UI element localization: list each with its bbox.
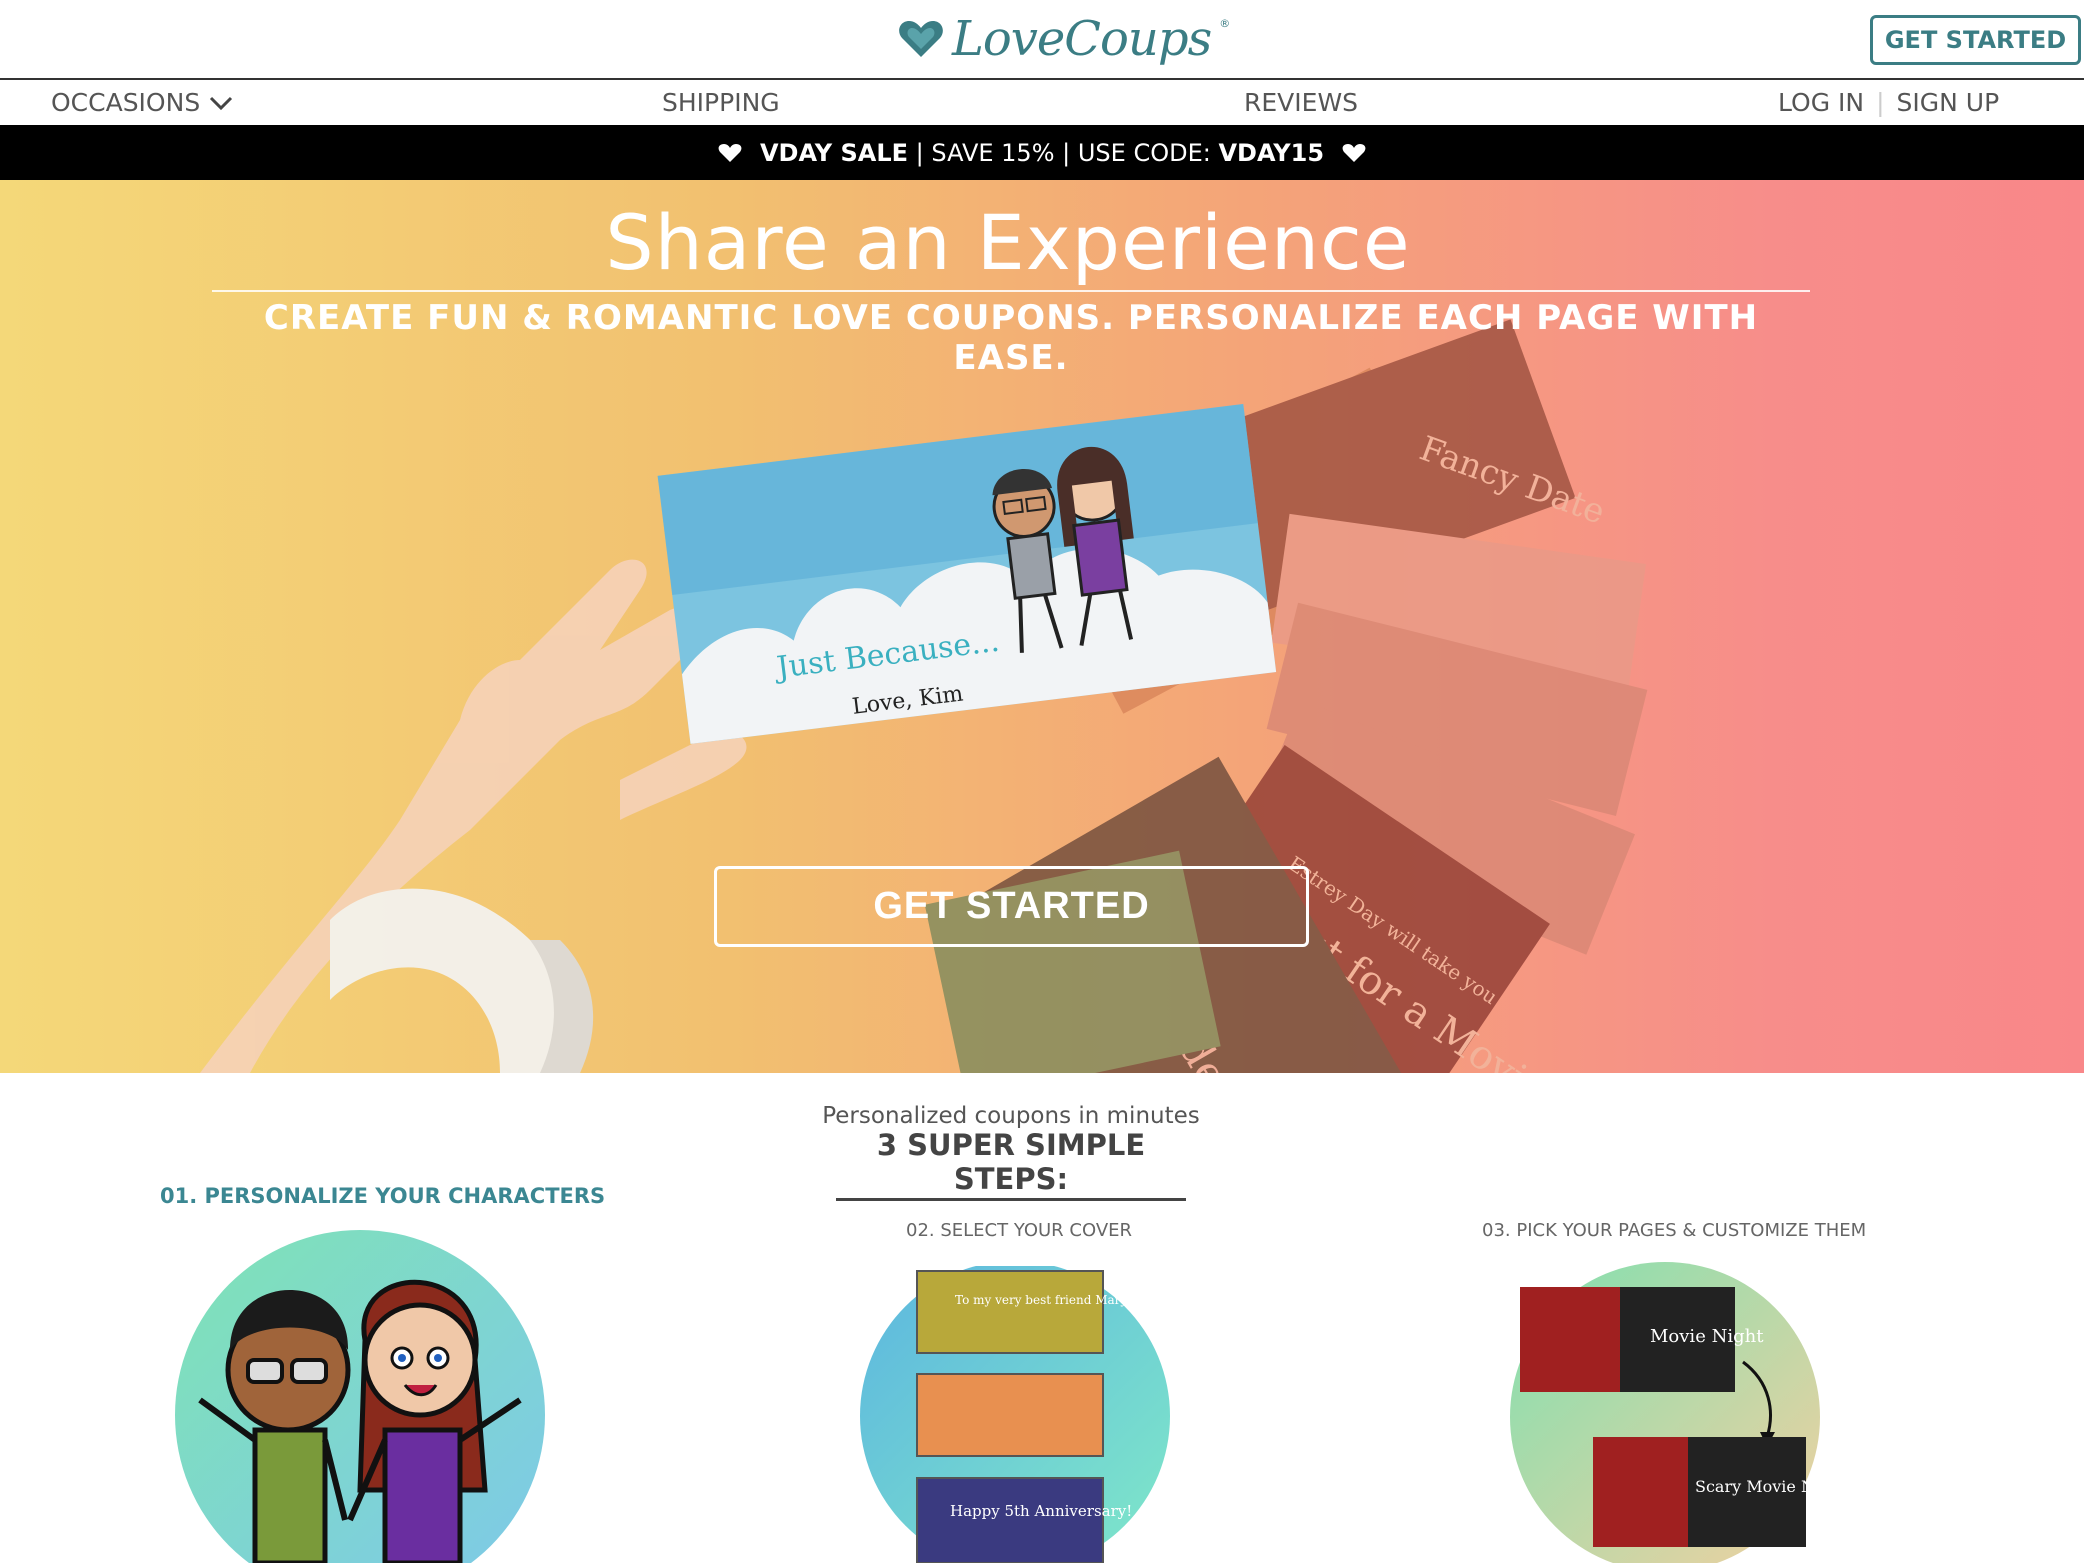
- step-1-characters-image: [175, 1230, 545, 1563]
- get-started-button[interactable]: GET STARTED: [1870, 15, 2081, 65]
- step-2-label[interactable]: 02. SELECT YOUR COVER: [906, 1220, 1132, 1241]
- logo-trademark: ®: [1219, 16, 1231, 30]
- hero-title: Share an Experience: [605, 198, 1411, 287]
- nav-login-link[interactable]: LOG IN: [1778, 88, 1864, 117]
- hero-subtitle: CREATE FUN & ROMANTIC LOVE COUPONS. PERS…: [263, 298, 1759, 378]
- nav-occasions-label: OCCASIONS: [51, 88, 201, 117]
- nav-reviews-label: REVIEWS: [1244, 88, 1359, 117]
- step-2-covers-image: To my very best friend Mary! Happy 5th A…: [860, 1266, 1170, 1563]
- step-3-pages-image: Movie Night Scary Movie Night: [1510, 1262, 1825, 1563]
- promo-code: VDAY15: [1218, 138, 1325, 167]
- promo-banner[interactable]: VDAY SALE | SAVE 15% | USE CODE: VDAY15: [0, 125, 2084, 180]
- heart-icon: [718, 143, 742, 162]
- steps-intro: Personalized coupons in minutes: [822, 1103, 1200, 1129]
- nav-separator: |: [1876, 88, 1885, 117]
- logo[interactable]: LoveCoups ®: [898, 6, 1230, 72]
- heart-icon: [1342, 143, 1366, 162]
- promo-save-text: | SAVE 15% | USE CODE:: [915, 138, 1211, 167]
- hero-section: Fancy Date Estrey Day will take you Out …: [0, 180, 2084, 1073]
- steps-title: 3 SUPER SIMPLE STEPS:: [836, 1128, 1186, 1201]
- step-1-label[interactable]: 01. PERSONALIZE YOUR CHARACTERS: [160, 1184, 605, 1208]
- main-nav: OCCASIONS SHIPPING REVIEWS LOG IN | SIGN…: [0, 80, 2084, 125]
- cover-2-text: Happy 5th Anniversary!: [950, 1502, 1132, 1520]
- site-header: LoveCoups ® GET STARTED: [0, 0, 2084, 80]
- step-3-label[interactable]: 03. PICK YOUR PAGES & CUSTOMIZE THEM: [1482, 1220, 1866, 1241]
- hero-get-started-button[interactable]: GET STARTED: [714, 866, 1309, 947]
- nav-reviews[interactable]: REVIEWS: [1244, 80, 1358, 125]
- page-2-text: Scary Movie Night: [1695, 1477, 1825, 1496]
- nav-shipping[interactable]: SHIPPING: [662, 80, 780, 125]
- heart-logo-icon: [899, 21, 943, 57]
- nav-account: LOG IN | SIGN UP: [1778, 80, 1999, 125]
- nav-signup-link[interactable]: SIGN UP: [1897, 88, 2000, 117]
- chevron-down-icon: [210, 96, 233, 110]
- hero-divider: [212, 290, 1810, 292]
- page-1-text: Movie Night: [1650, 1326, 1764, 1347]
- nav-shipping-label: SHIPPING: [662, 88, 780, 117]
- promo-sale-label: VDAY SALE: [759, 138, 909, 167]
- featured-coupon-card: Just Because... Love, Kim: [657, 404, 1277, 744]
- cover-1-text: To my very best friend Mary!: [955, 1293, 1132, 1307]
- nav-occasions[interactable]: OCCASIONS: [51, 80, 234, 125]
- logo-text: LoveCoups: [952, 11, 1212, 67]
